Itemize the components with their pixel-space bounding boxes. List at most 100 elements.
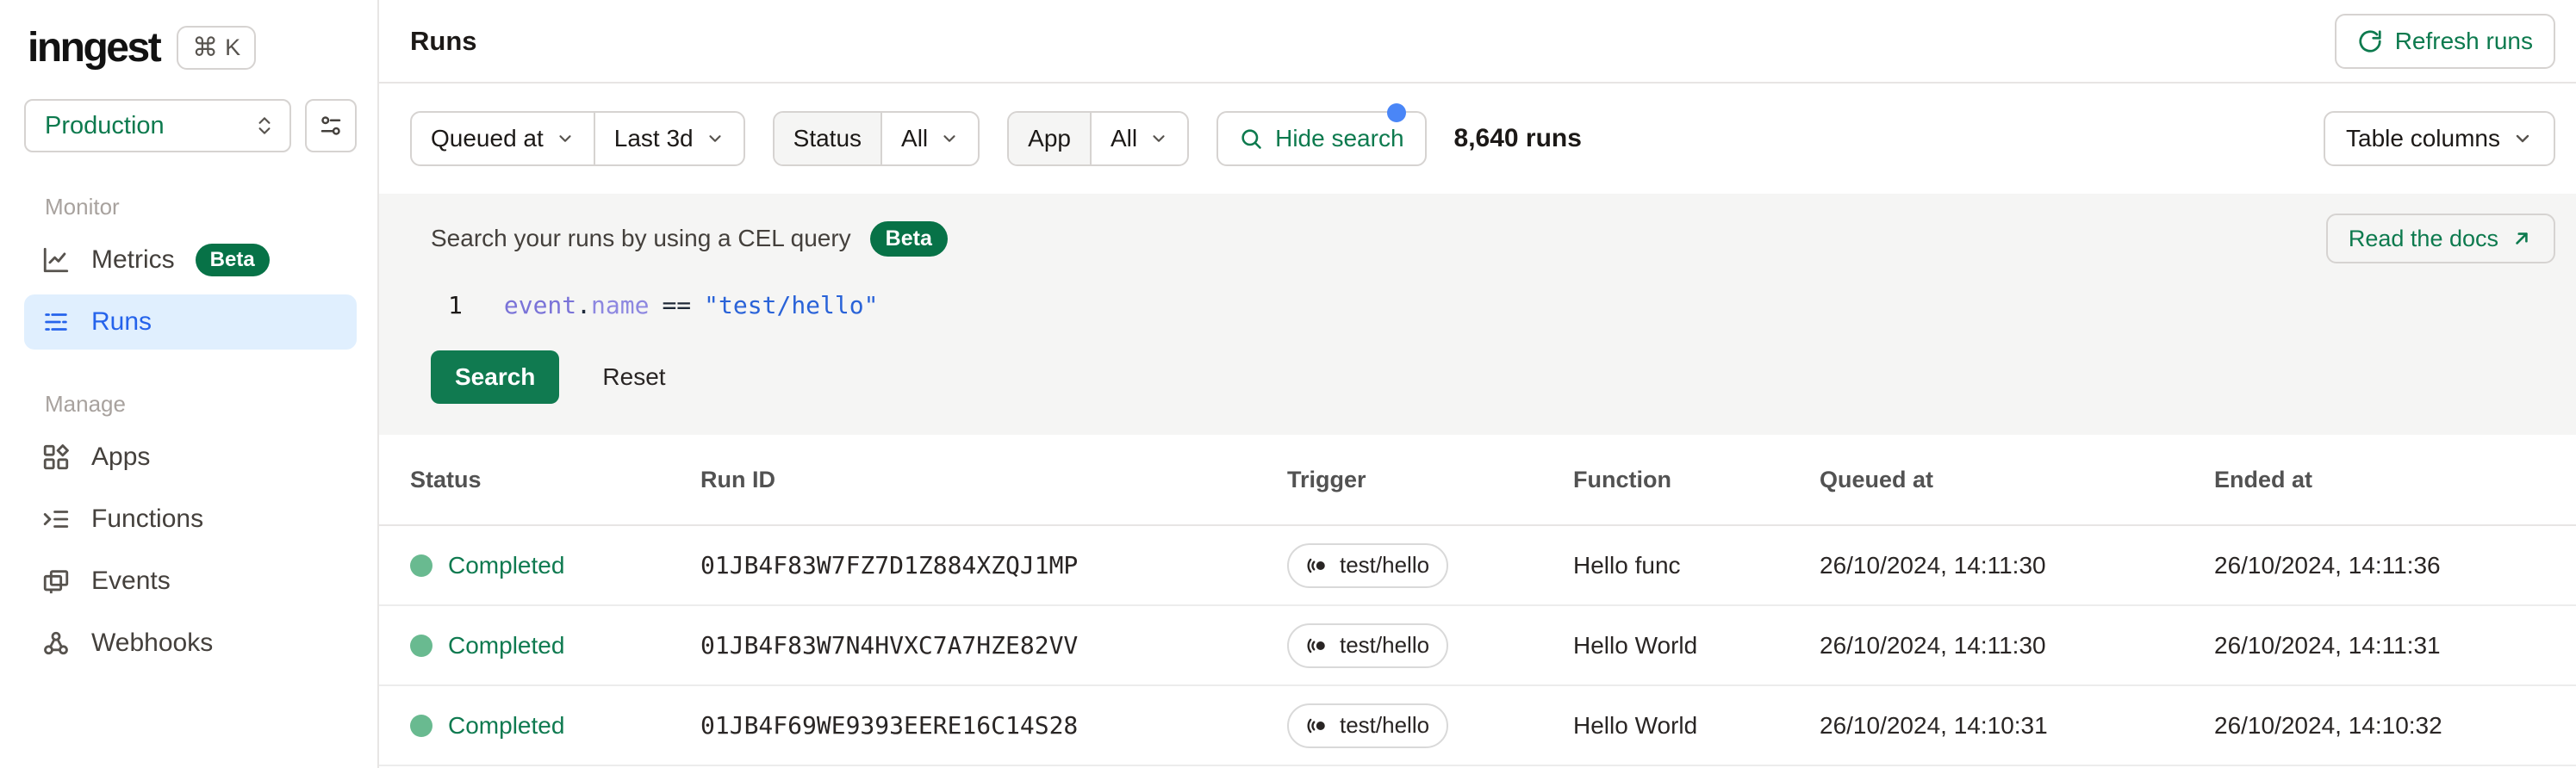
- environment-name: Production: [45, 111, 165, 139]
- sidebar-item-label: Runs: [91, 307, 152, 336]
- status-filter-value: All: [901, 125, 929, 152]
- beta-badge: Beta: [869, 220, 948, 257]
- trigger-name: test/hello: [1340, 552, 1430, 578]
- hide-search-button[interactable]: Hide search: [1216, 103, 1427, 166]
- column-header-status: Status: [410, 466, 482, 492]
- time-field-dropdown[interactable]: Queued at: [412, 113, 594, 164]
- line-chart-icon: [41, 245, 71, 275]
- table-columns-button[interactable]: Table columns: [2324, 111, 2555, 166]
- column-header-function: Function: [1573, 466, 1671, 492]
- status-dot-completed-icon: [410, 554, 432, 577]
- command-k-shortcut[interactable]: ⌘ K: [177, 26, 257, 70]
- environment-settings-button[interactable]: [305, 99, 357, 152]
- search-icon: [1239, 127, 1263, 151]
- runs-list-icon: [41, 307, 71, 337]
- table-row[interactable]: Completed 01JB4F83W7N4HVXC7A7HZE82VV tes…: [379, 606, 2576, 686]
- shortcut-key-label: K: [225, 34, 241, 60]
- app-filter-label: App: [1009, 113, 1090, 164]
- trigger-name: test/hello: [1340, 712, 1430, 738]
- command-icon: ⌘: [192, 34, 219, 62]
- queued-at-cell: 26/10/2024, 14:11:30: [1820, 551, 2046, 579]
- status-label: Completed: [448, 551, 565, 579]
- webhooks-icon: [41, 629, 71, 658]
- app-filter-value: All: [1110, 125, 1138, 152]
- new-feature-dot: [1386, 103, 1406, 122]
- refresh-runs-button[interactable]: Refresh runs: [2334, 13, 2555, 69]
- sidebar-item-functions[interactable]: Functions: [24, 492, 357, 547]
- apps-grid-icon: [41, 443, 71, 472]
- sidebar-section-monitor: Monitor: [45, 194, 120, 220]
- sidebar-item-runs[interactable]: Runs: [24, 294, 357, 350]
- runs-count: 8,640 runs: [1453, 124, 1582, 152]
- chevron-down-icon: [556, 129, 575, 148]
- time-filter-control: Queued at Last 3d: [410, 111, 745, 166]
- sidebar-item-webhooks[interactable]: Webhooks: [24, 616, 357, 671]
- external-link-icon: [2511, 227, 2533, 250]
- ended-at-cell: 26/10/2024, 14:11:36: [2214, 551, 2441, 579]
- app-filter-dropdown[interactable]: All: [1089, 113, 1187, 164]
- column-header-queued-at: Queued at: [1820, 466, 1934, 492]
- function-cell: Hello func: [1573, 551, 1681, 579]
- trigger-cell: test/hello: [1287, 622, 1573, 668]
- run-id-cell: 01JB4F83W7FZ7D1Z884XZQJ1MP: [700, 551, 1079, 579]
- function-cell: Hello World: [1573, 631, 1698, 659]
- logo-row: inngest ⌘ K: [24, 19, 357, 92]
- code-token-string: "test/hello": [704, 290, 879, 319]
- environment-select[interactable]: Production: [24, 99, 292, 152]
- app-filter-control: App All: [1007, 111, 1190, 166]
- functions-list-icon: [41, 505, 71, 534]
- beta-badge: Beta: [195, 244, 270, 276]
- trigger-badge: test/hello: [1287, 703, 1449, 748]
- status-cell: Completed: [410, 552, 700, 579]
- status-label: Completed: [448, 631, 565, 659]
- sidebar-item-apps[interactable]: Apps: [24, 430, 357, 485]
- events-stack-icon: [41, 567, 71, 596]
- code-token-name: name: [591, 290, 650, 319]
- sidebar: inngest ⌘ K Production Monitor Metrics B…: [0, 0, 379, 768]
- status-filter-control: Status All: [772, 111, 980, 166]
- reset-button[interactable]: Reset: [597, 362, 670, 392]
- chevron-down-icon: [2512, 128, 2533, 149]
- status-dot-completed-icon: [410, 714, 432, 737]
- sidebar-item-label: Apps: [91, 443, 151, 471]
- trigger-cell: test/hello: [1287, 703, 1573, 748]
- event-pulse-icon: [1306, 635, 1328, 657]
- trigger-cell: test/hello: [1287, 542, 1573, 588]
- sidebar-item-events[interactable]: Events: [24, 554, 357, 609]
- cel-query-editor[interactable]: 1 event . name == "test/hello": [431, 290, 2555, 319]
- search-panel-header: Search your runs by using a CEL query Be…: [431, 214, 2555, 263]
- function-cell: Hello World: [1573, 711, 1698, 739]
- code-token-dot: .: [576, 290, 592, 319]
- main-content: Runs Refresh runs Queued at Last 3d Stat…: [379, 0, 2576, 768]
- refresh-runs-label: Refresh runs: [2394, 27, 2533, 54]
- status-filter-dropdown[interactable]: All: [880, 113, 978, 164]
- hide-search-label: Hide search: [1275, 125, 1404, 152]
- sidebar-section-manage: Manage: [45, 391, 126, 417]
- table-row[interactable]: Completed 01JB4F83W7FZ7D1Z884XZQJ1MP tes…: [379, 526, 2576, 606]
- code-token-operator: ==: [662, 290, 692, 319]
- ended-at-cell: 26/10/2024, 14:10:32: [2214, 711, 2442, 739]
- table-row[interactable]: Completed 01JB4F69WE9393EERE16C14S28 tes…: [379, 686, 2576, 766]
- run-id-cell: 01JB4F83W7N4HVXC7A7HZE82VV: [700, 631, 1079, 660]
- search-actions: Search Reset: [431, 350, 2555, 404]
- cel-search-panel: Search your runs by using a CEL query Be…: [379, 194, 2576, 435]
- queued-at-cell: 26/10/2024, 14:11:30: [1820, 631, 2046, 659]
- column-header-trigger: Trigger: [1287, 466, 1366, 492]
- trigger-badge: test/hello: [1287, 542, 1449, 588]
- chevrons-up-down-icon: [253, 115, 276, 137]
- runs-table: Status Run ID Trigger Function Queued at…: [379, 435, 2576, 766]
- read-the-docs-label: Read the docs: [2348, 225, 2498, 251]
- sidebar-item-label: Metrics: [91, 245, 175, 274]
- environment-row: Production: [24, 99, 357, 152]
- search-button[interactable]: Search: [431, 350, 560, 404]
- filter-bar: Queued at Last 3d Status All App All Hid…: [379, 84, 2576, 194]
- status-cell: Completed: [410, 712, 700, 740]
- code-token-event: event: [503, 290, 577, 319]
- event-pulse-icon: [1306, 554, 1328, 577]
- time-field-label: Queued at: [431, 125, 544, 152]
- status-label: Completed: [448, 711, 565, 739]
- sidebar-item-metrics[interactable]: Metrics Beta: [24, 232, 357, 288]
- status-filter-label: Status: [774, 113, 881, 164]
- read-the-docs-button[interactable]: Read the docs: [2325, 214, 2555, 263]
- time-range-dropdown[interactable]: Last 3d: [593, 113, 744, 164]
